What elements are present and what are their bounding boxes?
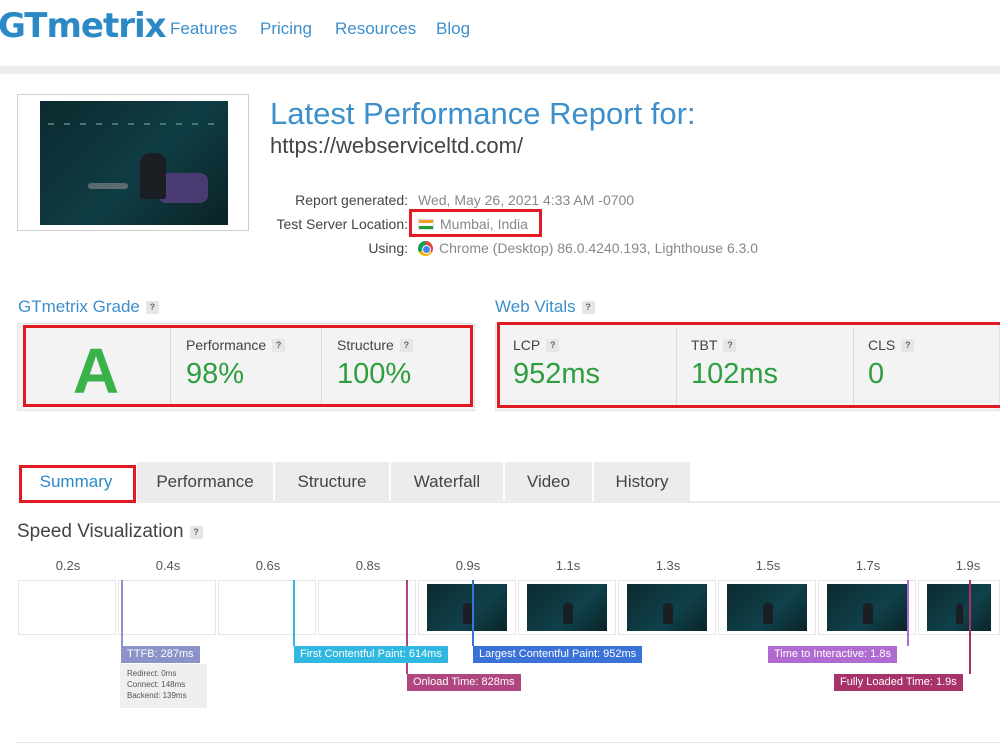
help-icon[interactable]: ? (189, 526, 203, 539)
frame-time-label: 0.4s (155, 558, 181, 573)
frame-time-label: 0.8s (355, 558, 381, 573)
filmstrip-frame[interactable] (18, 580, 116, 635)
site-screenshot-thumbnail[interactable] (17, 94, 249, 231)
fully-loaded-marker: Fully Loaded Time: 1.9s (834, 674, 963, 691)
frame-time-label: 1.5s (755, 558, 781, 573)
fully-loaded-line (969, 580, 971, 674)
using-label: Using: (368, 240, 408, 256)
filmstrip-frame[interactable] (618, 580, 716, 635)
help-icon[interactable]: ? (145, 301, 159, 314)
highlight-box-vitals (497, 322, 1000, 408)
report-tabs: Summary Performance Structure Waterfall … (17, 462, 1000, 503)
tab-structure[interactable]: Structure (275, 462, 391, 503)
ttfb-marker: TTFB: 287ms (121, 646, 200, 663)
gtmetrix-logo[interactable]: GTmetrix (0, 6, 167, 46)
nav-link-pricing[interactable]: Pricing (260, 19, 312, 39)
frame-time-label: 0.6s (255, 558, 281, 573)
report-title: Latest Performance Report for: (270, 96, 696, 131)
tti-marker: Time to Interactive: 1.8s (768, 646, 897, 663)
frame-time-label: 0.9s (455, 558, 481, 573)
filmstrip-frame[interactable] (418, 580, 516, 635)
using-text: Chrome (Desktop) 86.0.4240.193, Lighthou… (439, 240, 759, 256)
report-generated-label: Report generated: (295, 192, 408, 208)
filmstrip-frame[interactable] (718, 580, 816, 635)
ttfb-details: Redirect: 0ms Connect: 148ms Backend: 13… (120, 664, 207, 708)
tti-line (907, 580, 909, 646)
filmstrip-frame[interactable] (918, 580, 1000, 635)
highlight-box-location (409, 209, 542, 237)
web-vitals-title: Web Vitals? (495, 297, 595, 317)
redirect-time: Redirect: 0ms (127, 669, 177, 678)
server-location-label: Test Server Location: (276, 216, 408, 232)
filmstrip-frame[interactable] (818, 580, 916, 635)
gtmetrix-grade-title: GTmetrix Grade? (18, 297, 159, 317)
ttfb-line (121, 580, 123, 646)
lcp-line (472, 580, 474, 646)
highlight-box-summary-tab (19, 465, 136, 503)
nav-link-resources[interactable]: Resources (335, 19, 416, 39)
grade-title-text: GTmetrix Grade (18, 297, 140, 316)
report-generated-value: Wed, May 26, 2021 4:33 AM -0700 (418, 192, 635, 208)
speed-title-text: Speed Visualization (17, 521, 184, 542)
fcp-marker: First Contentful Paint: 614ms (294, 646, 448, 663)
tabs-divider (137, 501, 1000, 503)
using-value: Chrome (Desktop) 86.0.4240.193, Lighthou… (418, 240, 758, 256)
frame-time-label: 1.3s (655, 558, 681, 573)
nav-divider (0, 66, 1000, 74)
onload-marker: Onload Time: 828ms (407, 674, 521, 691)
frame-time-label: 1.1s (555, 558, 581, 573)
section-divider (17, 742, 1000, 743)
nav-link-features[interactable]: Features (170, 19, 237, 39)
tab-history[interactable]: History (594, 462, 692, 503)
filmstrip-frame[interactable] (218, 580, 316, 635)
chrome-icon (418, 241, 433, 256)
backend-time: Backend: 139ms (127, 691, 187, 700)
connect-time: Connect: 148ms (127, 680, 186, 689)
nav-link-blog[interactable]: Blog (436, 19, 470, 39)
highlight-box-grade (23, 325, 473, 407)
filmstrip-frame[interactable] (518, 580, 616, 635)
tab-video[interactable]: Video (505, 462, 594, 503)
frame-time-label: 0.2s (55, 558, 81, 573)
frame-time-label: 1.9s (955, 558, 981, 573)
filmstrip-frame[interactable] (118, 580, 216, 635)
fcp-line (293, 580, 295, 646)
filmstrip-frame[interactable] (318, 580, 416, 635)
vitals-title-text: Web Vitals (495, 297, 576, 316)
frame-time-label: 1.7s (855, 558, 881, 573)
report-url: https://webserviceltd.com/ (270, 133, 524, 158)
lcp-marker: Largest Contentful Paint: 952ms (473, 646, 643, 663)
top-nav: GTmetrix Features Pricing Resources Blog (0, 0, 1000, 66)
site-screenshot-image (40, 101, 228, 225)
tab-performance[interactable]: Performance (137, 462, 275, 503)
help-icon[interactable]: ? (581, 301, 595, 314)
tab-waterfall[interactable]: Waterfall (391, 462, 505, 503)
speed-visualization-title: Speed Visualization? (17, 521, 203, 543)
